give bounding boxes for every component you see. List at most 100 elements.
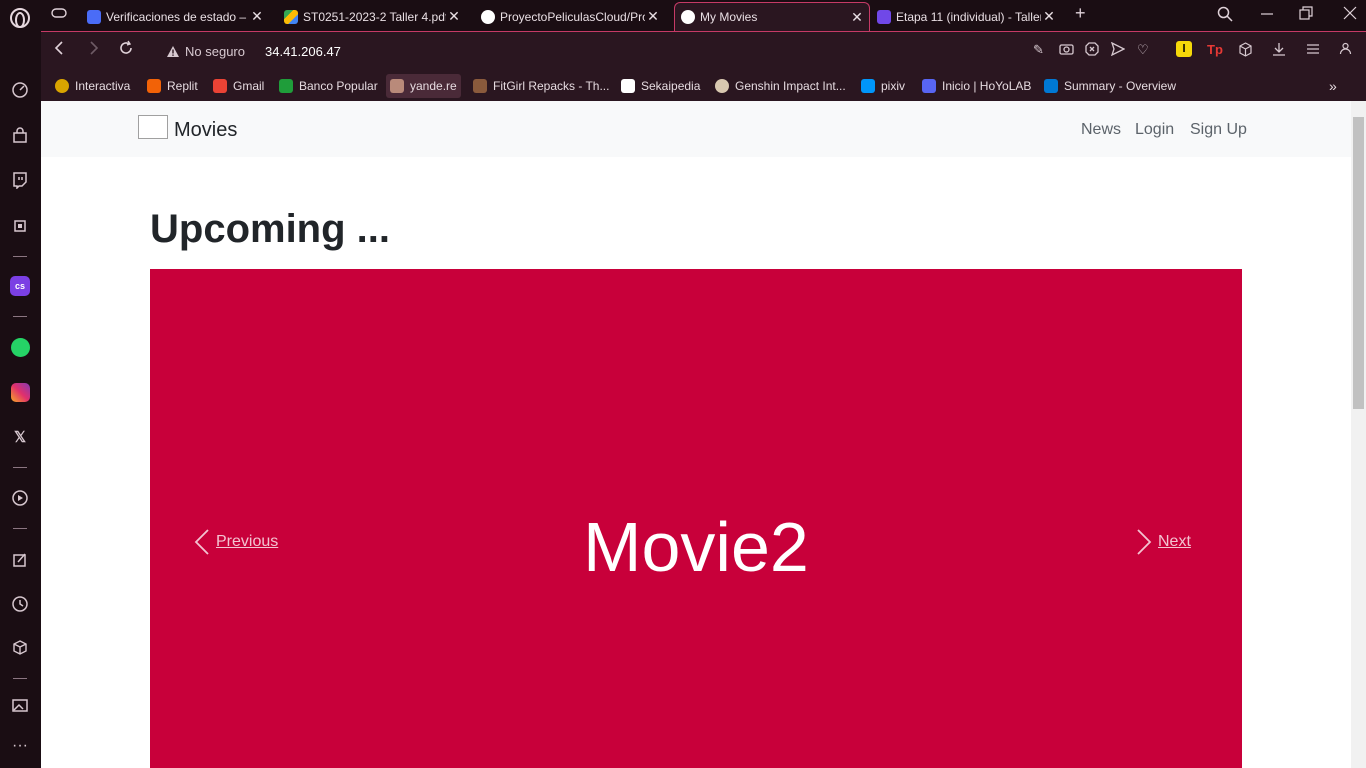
azure-favicon-icon — [1044, 79, 1058, 93]
bookmark-label: Sekaipedia — [641, 79, 701, 93]
nav-sign-up[interactable]: Sign Up — [1190, 121, 1247, 139]
camera-icon[interactable] — [1059, 42, 1074, 58]
shopping-bag-icon[interactable] — [10, 126, 30, 146]
search-tabs-icon[interactable] — [1217, 6, 1233, 26]
bookmark-hoyolab[interactable]: Inicio | HoYoLAB — [918, 74, 1035, 98]
edit-icon[interactable]: ✎ — [1033, 42, 1044, 58]
tab-my-movies[interactable]: My Movies ✕ — [674, 2, 870, 31]
extension-tp-icon[interactable]: Tp — [1207, 42, 1223, 57]
history-icon[interactable] — [10, 594, 30, 614]
restore-icon[interactable] — [1299, 6, 1313, 24]
bookmark-summary[interactable]: Summary - Overview — [1040, 74, 1180, 98]
gamepad-icon[interactable] — [51, 6, 67, 24]
carousel-next-button[interactable]: Next — [1136, 529, 1191, 555]
reload-icon[interactable] — [118, 40, 134, 61]
url-input[interactable]: 34.41.206.47 — [265, 44, 341, 59]
bookmark-sekaipedia[interactable]: Sekaipedia — [617, 74, 704, 98]
previous-label: Previous — [216, 533, 279, 550]
genshin-favicon-icon — [715, 79, 729, 93]
x-twitter-icon[interactable]: 𝕏 — [10, 427, 30, 447]
bookmark-interactiva[interactable]: Interactiva — [51, 74, 134, 98]
pinboard-icon[interactable] — [10, 550, 30, 570]
bookmarks-overflow-icon[interactable]: » — [1325, 74, 1341, 98]
tab-title: My Movies — [700, 10, 758, 24]
close-tab-icon[interactable]: ✕ — [1041, 8, 1057, 25]
bookmarks-bar: Interactiva Replit Gmail Banco Popular y… — [41, 70, 1366, 101]
github-favicon-icon — [481, 9, 495, 24]
player-icon[interactable] — [10, 488, 30, 508]
tab-etapa[interactable]: Etapa 11 (individual) - Taller ✕ — [871, 2, 1061, 31]
security-indicator[interactable]: No seguro — [166, 44, 245, 59]
extensions-cube-icon[interactable] — [10, 638, 30, 658]
bookmark-label: Replit — [167, 79, 198, 93]
whatsapp-icon[interactable] — [10, 337, 30, 357]
speed-dial-icon[interactable] — [10, 80, 30, 100]
opera-logo-icon[interactable] — [10, 8, 30, 28]
hoyolab-favicon-icon — [922, 79, 936, 93]
chevron-left-icon — [194, 529, 209, 555]
nav-news[interactable]: News — [1081, 121, 1121, 139]
nav-login[interactable]: Login — [1135, 121, 1174, 139]
bookmark-label: Banco Popular — [299, 79, 378, 93]
tab-github[interactable]: ProyectoPeliculasCloud/Pro ✕ — [475, 2, 665, 31]
heart-icon[interactable]: ♡ — [1137, 42, 1149, 58]
more-menu-icon[interactable]: ··· — [10, 736, 30, 756]
bookmark-label: Gmail — [233, 79, 265, 93]
page-scrollbar[interactable] — [1351, 101, 1366, 768]
cs-extension-icon[interactable]: cs — [10, 276, 30, 296]
send-icon[interactable] — [1110, 41, 1126, 59]
page-viewport: Movies News Login Sign Up Upcoming ... M… — [41, 101, 1351, 768]
tab-title: Etapa 11 (individual) - Taller — [896, 9, 1041, 24]
drive-favicon-icon — [284, 9, 298, 24]
security-label: No seguro — [185, 44, 245, 59]
close-tab-icon[interactable]: ✕ — [249, 8, 265, 25]
back-icon[interactable] — [53, 40, 67, 61]
bookmark-yande[interactable]: yande.re — [386, 74, 461, 98]
twitch-icon[interactable] — [10, 170, 30, 190]
new-tab-icon[interactable]: + — [1075, 3, 1086, 24]
scrollbar-thumb[interactable] — [1353, 117, 1364, 409]
list-favicon-icon — [877, 9, 891, 24]
forward-icon[interactable] — [86, 40, 100, 61]
instagram-icon[interactable] — [10, 382, 30, 402]
minimize-icon[interactable] — [1260, 6, 1274, 24]
bookmark-pixiv[interactable]: pixiv — [857, 74, 909, 98]
brand-name[interactable]: Movies — [174, 119, 237, 142]
adblock-icon[interactable] — [1085, 42, 1099, 59]
brand-logo-broken-image[interactable] — [138, 115, 168, 139]
cube-icon[interactable] — [1238, 42, 1253, 60]
gallery-icon[interactable] — [10, 695, 30, 715]
profile-icon[interactable] — [1339, 42, 1352, 58]
bookmark-banco-popular[interactable]: Banco Popular — [275, 74, 382, 98]
extension-l-icon[interactable]: l — [1176, 41, 1192, 57]
close-tab-icon[interactable]: ✕ — [849, 9, 865, 26]
tab-title: ProyectoPeliculasCloud/Pro — [500, 9, 645, 24]
bookmark-genshin[interactable]: Genshin Impact Int... — [711, 74, 850, 98]
chevron-right-icon — [1137, 529, 1152, 555]
chip-favicon-icon — [87, 9, 101, 24]
easy-setup-icon[interactable] — [1306, 42, 1320, 59]
close-tab-icon[interactable]: ✕ — [446, 8, 462, 25]
globe-favicon-icon — [681, 10, 695, 24]
bookmark-gmail[interactable]: Gmail — [209, 74, 268, 98]
page-heading: Upcoming ... — [150, 207, 390, 251]
banco-popular-favicon-icon — [279, 79, 293, 93]
interactiva-favicon-icon — [55, 79, 69, 93]
carousel-previous-button[interactable]: Previous — [194, 529, 278, 555]
close-tab-icon[interactable]: ✕ — [645, 8, 661, 25]
movie-carousel: Movie2 Previous Next — [150, 269, 1242, 768]
close-window-icon[interactable] — [1343, 6, 1357, 24]
yande-favicon-icon — [390, 79, 404, 93]
tab-pdf[interactable]: ST0251-2023-2 Taller 4.pdf ✕ — [278, 2, 466, 31]
bookmark-fitgirl[interactable]: FitGirl Repacks - Th... — [469, 74, 613, 98]
download-icon[interactable] — [1272, 42, 1286, 59]
bookmark-label: Interactiva — [75, 79, 131, 93]
tab-title: ST0251-2023-2 Taller 4.pdf — [303, 9, 446, 24]
bookmark-label: FitGirl Repacks - Th... — [493, 79, 610, 93]
warning-icon — [167, 46, 179, 57]
replit-favicon-icon — [147, 79, 161, 93]
bookmark-label: Summary - Overview — [1064, 79, 1177, 93]
chip-icon[interactable] — [10, 216, 30, 236]
bookmark-replit[interactable]: Replit — [143, 74, 202, 98]
tab-verificaciones[interactable]: Verificaciones de estado – C ✕ — [81, 2, 269, 31]
